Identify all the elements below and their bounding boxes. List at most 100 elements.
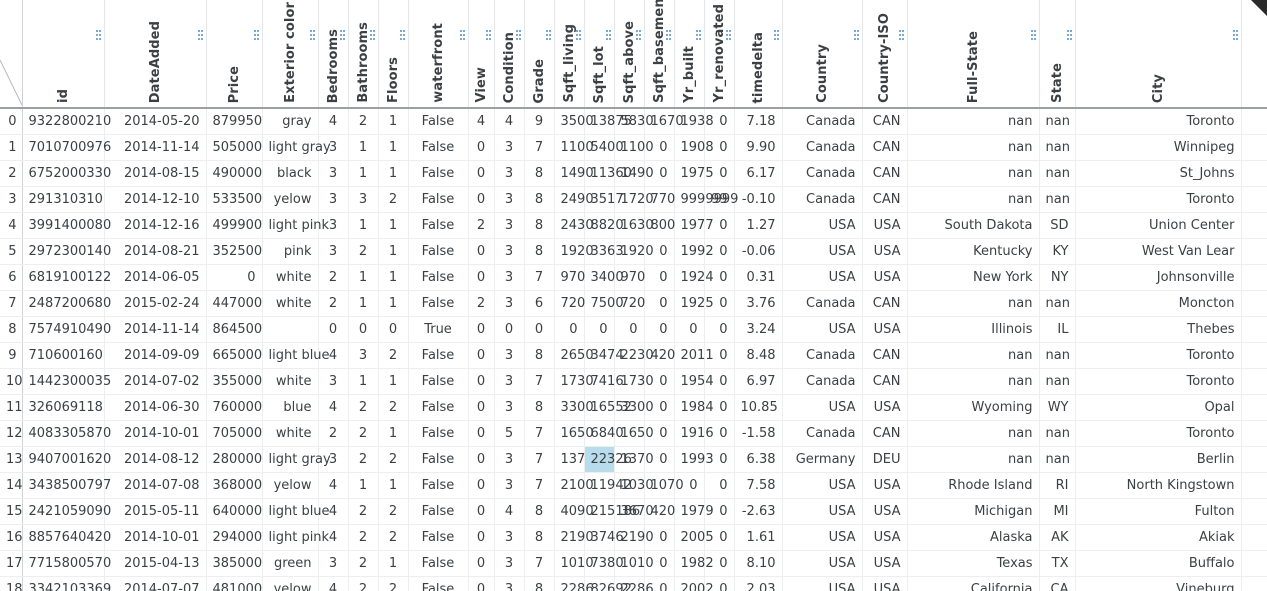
cell-bedrooms[interactable]: 3 [318,238,349,265]
cell-bathrooms[interactable]: 2 [348,550,379,577]
cell-dateadded[interactable]: 2014-12-10 [104,186,207,213]
column-drag-handle-icon[interactable] [369,30,375,42]
cell-view[interactable]: 0 [468,264,495,291]
cell-exteriorcolor[interactable]: white [262,420,319,447]
row-index-cell[interactable]: 9 [0,342,23,369]
cell-floors[interactable]: 1 [378,108,409,135]
cell-id[interactable]: 9322800210 [22,108,111,135]
cell-sqftliving[interactable]: 3500 [554,108,594,135]
table-row[interactable]: 6 6819100122 2014-06-05 0 white 2 1 1 False 0 3 7 97… [0,264,1267,291]
cell-fullstate[interactable]: nan [907,420,1040,447]
cell-price[interactable]: 505000 [206,134,263,161]
cell-fullstate[interactable]: Michigan [907,498,1040,525]
cell-country[interactable]: Canada [782,134,863,161]
cell-city[interactable]: Akiak [1075,524,1242,551]
cell-spacer[interactable] [1241,394,1267,421]
cell-fullstate[interactable]: nan [907,446,1040,473]
column-drag-handle-icon[interactable] [95,30,101,42]
cell-fullstate[interactable]: nan [907,186,1040,213]
cell-spacer[interactable] [1241,264,1267,291]
cell-fullstate[interactable]: nan [907,290,1040,317]
column-header-price[interactable]: Price [206,0,263,109]
cell-sqftliving[interactable]: 1010 [554,550,594,577]
column-drag-handle-icon[interactable] [853,30,859,42]
cell-exteriorcolor[interactable]: yelow [262,186,319,213]
cell-condition[interactable]: 3 [494,446,525,473]
column-header-sqftlot[interactable]: Sqft_lot [584,0,615,109]
cell-dateadded[interactable]: 2014-12-16 [104,212,207,239]
cell-condition[interactable]: 5 [494,420,525,447]
cell-exteriorcolor[interactable]: gray [262,108,319,135]
cell-timedelta[interactable]: 3.76 [734,290,783,317]
cell-countryiso[interactable]: CAN [862,160,908,187]
table-row[interactable]: 14 3438500797 2014-07-08 368000 yelow 4 1 1 Fals… [0,472,1267,499]
cell-yrbuilt[interactable]: 1993 [674,446,714,473]
cell-country[interactable]: USA [782,472,863,499]
cell-id[interactable]: 2421059090 [22,498,111,525]
row-index-cell[interactable]: 5 [0,238,23,265]
column-header-spacer[interactable] [1241,0,1267,109]
table-row[interactable]: 1 7010700976 2014-11-14 505000 light gray 3 1 1… [0,134,1267,161]
cell-exteriorcolor[interactable]: white [262,368,319,395]
column-drag-handle-icon[interactable] [459,30,465,42]
cell-countryiso[interactable]: CAN [862,420,908,447]
cell-yrrenovated[interactable]: 0 [704,472,735,499]
cell-waterfront[interactable]: False [408,238,469,265]
cell-timedelta[interactable]: 2.03 [734,576,783,591]
cell-waterfront[interactable]: False [408,212,469,239]
cell-id[interactable]: 4083305870 [22,420,111,447]
row-index-cell[interactable]: 14 [0,472,23,499]
cell-yrbuilt[interactable]: 1908 [674,134,714,161]
row-index-cell[interactable]: 15 [0,498,23,525]
column-header-exteriorcolor[interactable]: Exterior color [262,0,319,109]
table-row[interactable]: 16 8857640420 2014-10-01 294000 light pink 4 2… [0,524,1267,551]
cell-sqftliving[interactable]: 1730 [554,368,594,395]
cell-fullstate[interactable]: Illinois [907,316,1040,343]
column-drag-handle-icon[interactable] [339,30,345,42]
cell-floors[interactable]: 2 [378,576,409,591]
cell-fullstate[interactable]: South Dakota [907,212,1040,239]
cell-bathrooms[interactable]: 3 [348,342,379,369]
cell-dateadded[interactable]: 2014-07-07 [104,576,207,591]
cell-id[interactable]: 2972300140 [22,238,111,265]
cell-price[interactable]: 355000 [206,368,263,395]
cell-countryiso[interactable]: CAN [862,134,908,161]
cell-city[interactable]: Union Center [1075,212,1242,239]
cell-grade[interactable]: 6 [524,290,555,317]
cell-exteriorcolor[interactable]: pink [262,238,319,265]
cell-dateadded[interactable]: 2014-10-01 [104,420,207,447]
cell-spacer[interactable] [1241,576,1267,591]
table-row[interactable]: 5 2972300140 2014-08-21 352500 pink 3 2 1 False 0… [0,238,1267,265]
column-drag-handle-icon[interactable] [635,30,641,42]
cell-dateadded[interactable]: 2014-08-21 [104,238,207,265]
cell-city[interactable]: Winnipeg [1075,134,1242,161]
cell-sqftbasement[interactable]: 0 [644,290,675,317]
cell-bedrooms[interactable]: 2 [318,264,349,291]
cell-grade[interactable]: 8 [524,342,555,369]
cell-bathrooms[interactable]: 2 [348,446,379,473]
row-index-cell[interactable]: 4 [0,212,23,239]
cell-floors[interactable]: 1 [378,238,409,265]
cell-waterfront[interactable]: False [408,290,469,317]
cell-timedelta[interactable]: -0.06 [734,238,783,265]
cell-spacer[interactable] [1241,238,1267,265]
cell-sqftliving[interactable]: 970 [554,264,585,291]
column-drag-handle-icon[interactable] [898,30,904,42]
cell-dateadded[interactable]: 2014-10-01 [104,524,207,551]
cell-sqftliving[interactable]: 2190 [554,524,594,551]
cell-fullstate[interactable]: Kentucky [907,238,1040,265]
row-index-cell[interactable]: 10 [0,368,23,395]
column-drag-handle-icon[interactable] [1066,30,1072,42]
cell-timedelta[interactable]: -1.58 [734,420,783,447]
cell-view[interactable]: 0 [468,498,495,525]
cell-price[interactable]: 533500 [206,186,263,213]
cell-countryiso[interactable]: CAN [862,368,908,395]
cell-grade[interactable]: 8 [524,212,555,239]
cell-view[interactable]: 0 [468,186,495,213]
cell-id[interactable]: 291310310 [22,186,105,213]
cell-floors[interactable]: 2 [378,186,409,213]
cell-floors[interactable]: 2 [378,498,409,525]
cell-view[interactable]: 0 [468,342,495,369]
cell-exteriorcolor[interactable]: blue [262,394,319,421]
column-header-floors[interactable]: Floors [378,0,409,109]
